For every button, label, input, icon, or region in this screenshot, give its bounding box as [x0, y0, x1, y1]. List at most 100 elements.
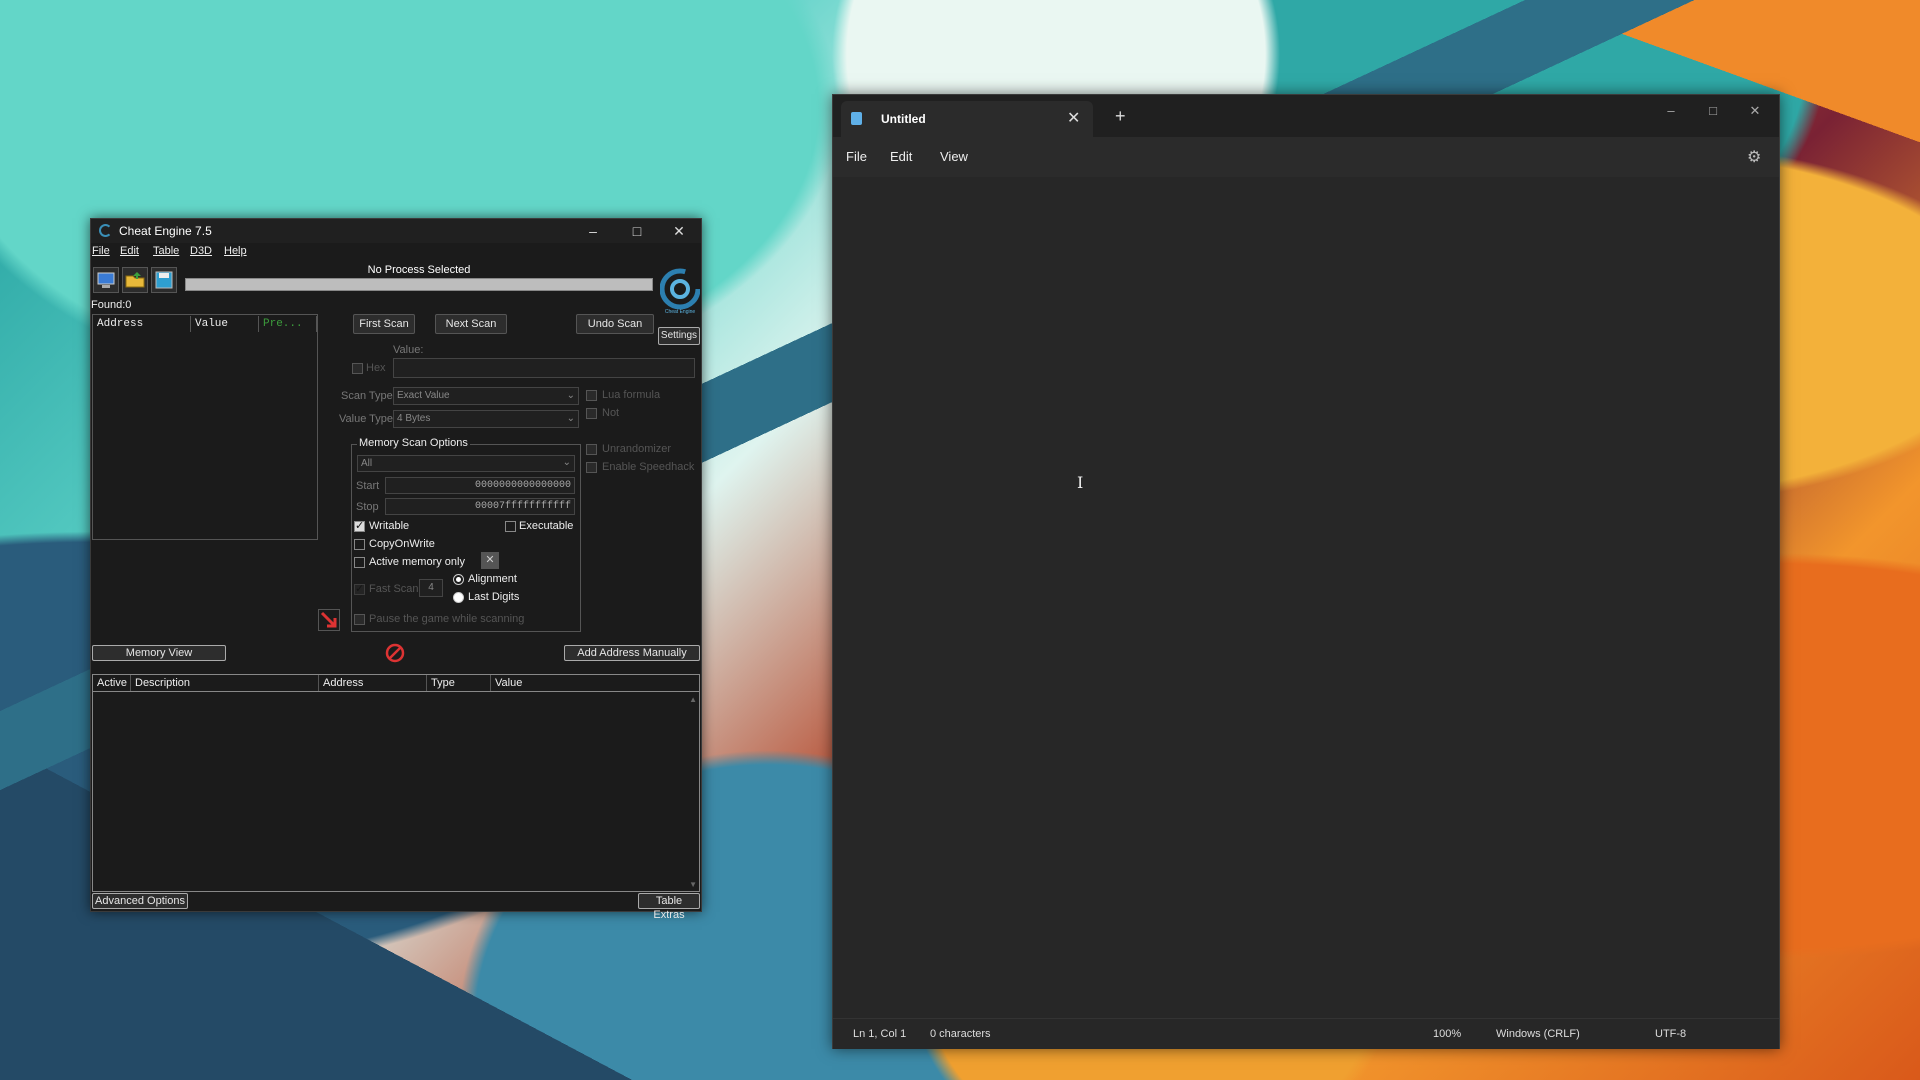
add-selected-to-list-button[interactable]	[318, 609, 340, 631]
value-type-label: Value Type	[339, 413, 394, 425]
not-checkbox[interactable]	[586, 408, 597, 419]
notepad-maximize-icon[interactable]: □	[1691, 95, 1735, 127]
stop-address-input[interactable]: 00007fffffffffff	[385, 498, 575, 515]
hex-checkbox[interactable]	[352, 363, 363, 374]
enable-speedhack-label: Enable Speedhack	[602, 461, 695, 473]
folder-icon	[125, 272, 145, 288]
select-process-button[interactable]	[93, 267, 119, 293]
table-col-active[interactable]: Active	[93, 675, 131, 691]
enable-speedhack-checkbox[interactable]	[586, 462, 597, 473]
results-col-previous[interactable]: Pre...	[259, 316, 317, 332]
table-col-address[interactable]: Address	[319, 675, 427, 691]
chevron-down-icon: ⌄	[566, 390, 575, 401]
ce-maximize-icon[interactable]: □	[615, 219, 659, 243]
chevron-down-icon: ⌄	[566, 413, 575, 424]
save-file-button[interactable]	[151, 267, 177, 293]
start-address-input[interactable]: 0000000000000000	[385, 477, 575, 494]
scroll-down-icon[interactable]: ▼	[689, 880, 697, 889]
settings-button[interactable]: Settings	[658, 327, 700, 345]
scan-type-select[interactable]: Exact Value ⌄	[393, 387, 579, 405]
alignment-radio[interactable]	[453, 574, 464, 585]
settings-gear-icon[interactable]: ⚙	[1747, 147, 1761, 167]
cheat-engine-app-icon	[99, 224, 112, 237]
advanced-options-button[interactable]: Advanced Options	[92, 893, 188, 909]
next-scan-button[interactable]: Next Scan	[435, 314, 507, 334]
ce-menu-help[interactable]: Help	[224, 245, 247, 257]
scan-results-list[interactable]: Address Value Pre...	[92, 314, 318, 540]
value-type-select[interactable]: 4 Bytes ⌄	[393, 410, 579, 428]
character-count: 0 characters	[930, 1028, 991, 1040]
ce-close-icon[interactable]: ✕	[657, 219, 701, 243]
encoding[interactable]: UTF-8	[1655, 1028, 1686, 1040]
active-memory-only-label: Active memory only	[369, 556, 465, 568]
notepad-menu-edit[interactable]: Edit	[890, 149, 912, 164]
first-scan-button[interactable]: First Scan	[353, 314, 415, 334]
memory-scan-options-title: Memory Scan Options	[357, 437, 470, 449]
lua-formula-checkbox[interactable]	[586, 390, 597, 401]
undo-scan-button[interactable]: Undo Scan	[576, 314, 654, 334]
found-count: Found:0	[91, 299, 132, 311]
unrandomizer-label: Unrandomizer	[602, 443, 672, 455]
scan-type-label: Scan Type	[341, 390, 393, 402]
cheat-engine-logo[interactable]: Cheat Engine	[659, 267, 701, 317]
ce-menu-file[interactable]: File	[92, 245, 110, 257]
results-col-value[interactable]: Value	[191, 316, 259, 332]
notepad-tab-strip[interactable]: Untitled ✕ + – □ ✕	[833, 95, 1779, 137]
writable-label: Writable	[369, 520, 410, 532]
ce-menu-table[interactable]: Table	[153, 245, 179, 257]
address-table-header: Active Description Address Type Value	[93, 675, 699, 692]
ce-minimize-icon[interactable]: –	[571, 219, 615, 243]
pause-game-checkbox[interactable]	[354, 614, 365, 625]
writable-checkbox[interactable]	[354, 519, 365, 532]
table-col-value[interactable]: Value	[491, 675, 699, 691]
results-col-address[interactable]: Address	[93, 316, 191, 332]
value-label: Value:	[393, 344, 424, 356]
table-extras-button[interactable]: Table Extras	[638, 893, 700, 921]
chevron-down-icon: ⌄	[562, 457, 571, 468]
table-col-description[interactable]: Description	[131, 675, 319, 691]
notepad-menu-file[interactable]: File	[846, 149, 867, 164]
lua-formula-label: Lua formula	[602, 389, 661, 401]
clear-icon[interactable]: ✕	[481, 552, 499, 569]
stop-icon[interactable]	[383, 642, 407, 666]
ce-menu-d3d[interactable]: D3D	[190, 245, 212, 257]
line-ending[interactable]: Windows (CRLF)	[1496, 1028, 1580, 1040]
alignment-label: Alignment	[468, 573, 517, 585]
new-tab-icon[interactable]: +	[1115, 106, 1126, 127]
scroll-up-icon[interactable]: ▲	[689, 695, 697, 704]
cheat-engine-window: Cheat Engine 7.5 – □ ✕ File Edit Table D…	[90, 218, 702, 921]
cursor-position: Ln 1, Col 1	[853, 1028, 907, 1040]
notepad-close-icon[interactable]: ✕	[1733, 95, 1777, 127]
process-label: No Process Selected	[367, 264, 471, 276]
table-col-type[interactable]: Type	[427, 675, 491, 691]
ce-menu-bar: File Edit Table D3D Help	[91, 243, 701, 259]
active-memory-only-checkbox[interactable]	[354, 557, 365, 568]
tab-title: Untitled	[881, 112, 926, 126]
tab-close-icon[interactable]: ✕	[1067, 108, 1080, 128]
last-digits-radio[interactable]	[453, 592, 464, 603]
notepad-menu-view[interactable]: View	[940, 149, 968, 164]
notepad-tab[interactable]: Untitled ✕	[841, 101, 1093, 137]
ce-title-bar[interactable]: Cheat Engine 7.5 – □ ✕	[91, 219, 701, 243]
ce-logo-icon	[659, 268, 701, 310]
unrandomizer-checkbox[interactable]	[586, 444, 597, 455]
logo-caption: Cheat Engine	[664, 309, 696, 315]
zoom-level[interactable]: 100%	[1433, 1028, 1461, 1040]
computer-icon	[97, 272, 115, 288]
fast-scan-value-input[interactable]: 4	[419, 579, 443, 597]
address-table[interactable]: Active Description Address Type Value ▲ …	[92, 674, 700, 892]
notepad-minimize-icon[interactable]: –	[1649, 95, 1693, 127]
notepad-status-bar: Ln 1, Col 1 0 characters 100% Windows (C…	[833, 1018, 1779, 1049]
save-disk-icon	[155, 271, 173, 289]
memory-view-button[interactable]: Memory View	[92, 645, 226, 661]
text-editor-area[interactable]: I	[833, 177, 1779, 1018]
open-file-button[interactable]	[122, 267, 148, 293]
ce-menu-edit[interactable]: Edit	[120, 245, 139, 257]
add-address-manually-button[interactable]: Add Address Manually	[564, 645, 700, 661]
text-cursor-ibeam-icon: I	[1077, 473, 1084, 492]
scan-value-input[interactable]	[393, 358, 695, 378]
copy-on-write-checkbox[interactable]	[354, 539, 365, 550]
executable-checkbox[interactable]	[505, 521, 516, 532]
memory-region-select[interactable]: All ⌄	[357, 455, 575, 472]
fast-scan-checkbox[interactable]	[354, 582, 365, 595]
